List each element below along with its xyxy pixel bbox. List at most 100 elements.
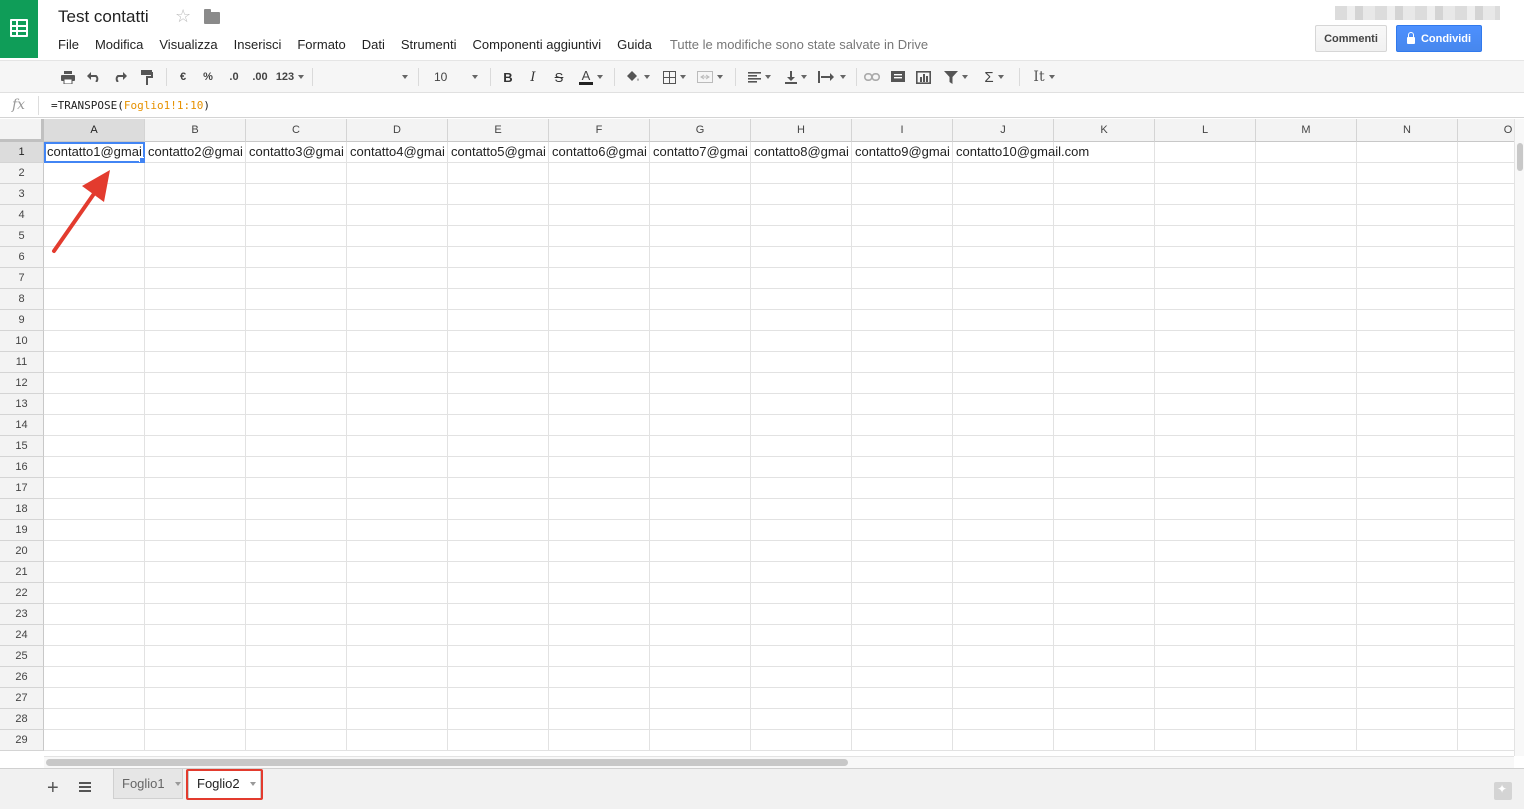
cell-g9[interactable] [650, 310, 751, 331]
cell-l22[interactable] [1155, 583, 1256, 604]
cell-k3[interactable] [1054, 184, 1155, 205]
explore-icon[interactable] [1494, 782, 1512, 800]
cell-o6[interactable] [1458, 247, 1514, 268]
cell-o1[interactable] [1458, 142, 1514, 163]
chevron-down-icon[interactable] [249, 781, 256, 786]
cell-f9[interactable] [549, 310, 650, 331]
cell-l7[interactable] [1155, 268, 1256, 289]
cell-b10[interactable] [145, 331, 246, 352]
cell-b19[interactable] [145, 520, 246, 541]
cell-k24[interactable] [1054, 625, 1155, 646]
cell-f10[interactable] [549, 331, 650, 352]
cell-i12[interactable] [852, 373, 953, 394]
cell-a9[interactable] [44, 310, 145, 331]
cell-e26[interactable] [448, 667, 549, 688]
row-header-16[interactable]: 16 [0, 457, 44, 478]
cell-e27[interactable] [448, 688, 549, 709]
horizontal-scrollbar[interactable] [44, 756, 1514, 768]
cell-l13[interactable] [1155, 394, 1256, 415]
row-header-12[interactable]: 12 [0, 373, 44, 394]
cell-h28[interactable] [751, 709, 852, 730]
cell-f26[interactable] [549, 667, 650, 688]
cell-g23[interactable] [650, 604, 751, 625]
cell-g5[interactable] [650, 226, 751, 247]
menu-componenti-aggiuntivi[interactable]: Componenti aggiuntivi [473, 37, 602, 52]
cell-b8[interactable] [145, 289, 246, 310]
cell-h27[interactable] [751, 688, 852, 709]
cell-k17[interactable] [1054, 478, 1155, 499]
cell-f24[interactable] [549, 625, 650, 646]
cell-b24[interactable] [145, 625, 246, 646]
cell-c19[interactable] [246, 520, 347, 541]
row-header-13[interactable]: 13 [0, 394, 44, 415]
cell-h26[interactable] [751, 667, 852, 688]
cell-g17[interactable] [650, 478, 751, 499]
cell-g27[interactable] [650, 688, 751, 709]
cell-b28[interactable] [145, 709, 246, 730]
cell-b16[interactable] [145, 457, 246, 478]
percent-format-button[interactable]: % [199, 67, 217, 87]
cell-g16[interactable] [650, 457, 751, 478]
horizontal-scroll-thumb[interactable] [46, 759, 848, 766]
cell-c25[interactable] [246, 646, 347, 667]
cell-h23[interactable] [751, 604, 852, 625]
cell-e11[interactable] [448, 352, 549, 373]
row-header-20[interactable]: 20 [0, 541, 44, 562]
cell-l29[interactable] [1155, 730, 1256, 751]
cell-a26[interactable] [44, 667, 145, 688]
cell-c23[interactable] [246, 604, 347, 625]
cell-f14[interactable] [549, 415, 650, 436]
cell-m28[interactable] [1256, 709, 1357, 730]
cell-g24[interactable] [650, 625, 751, 646]
cell-c12[interactable] [246, 373, 347, 394]
cell-f11[interactable] [549, 352, 650, 373]
cell-i15[interactable] [852, 436, 953, 457]
cell-o10[interactable] [1458, 331, 1514, 352]
cell-a23[interactable] [44, 604, 145, 625]
cell-d13[interactable] [347, 394, 448, 415]
cell-h8[interactable] [751, 289, 852, 310]
cell-h17[interactable] [751, 478, 852, 499]
row-header-11[interactable]: 11 [0, 352, 44, 373]
cell-b26[interactable] [145, 667, 246, 688]
cell-i13[interactable] [852, 394, 953, 415]
cell-i22[interactable] [852, 583, 953, 604]
cell-h16[interactable] [751, 457, 852, 478]
cell-l24[interactable] [1155, 625, 1256, 646]
cell-k15[interactable] [1054, 436, 1155, 457]
cell-m17[interactable] [1256, 478, 1357, 499]
cell-a29[interactable] [44, 730, 145, 751]
cell-i24[interactable] [852, 625, 953, 646]
cell-c18[interactable] [246, 499, 347, 520]
cell-g28[interactable] [650, 709, 751, 730]
cell-o11[interactable] [1458, 352, 1514, 373]
cell-k23[interactable] [1054, 604, 1155, 625]
cell-e19[interactable] [448, 520, 549, 541]
cell-h29[interactable] [751, 730, 852, 751]
cell-h21[interactable] [751, 562, 852, 583]
cell-m7[interactable] [1256, 268, 1357, 289]
row-header-5[interactable]: 5 [0, 226, 44, 247]
cell-d21[interactable] [347, 562, 448, 583]
cell-d18[interactable] [347, 499, 448, 520]
cell-j6[interactable] [953, 247, 1054, 268]
row-header-8[interactable]: 8 [0, 289, 44, 310]
menu-formato[interactable]: Formato [297, 37, 345, 52]
cell-i5[interactable] [852, 226, 953, 247]
cell-f13[interactable] [549, 394, 650, 415]
cell-g29[interactable] [650, 730, 751, 751]
cell-n17[interactable] [1357, 478, 1458, 499]
cell-g12[interactable] [650, 373, 751, 394]
cell-h4[interactable] [751, 205, 852, 226]
cell-j4[interactable] [953, 205, 1054, 226]
cell-n1[interactable] [1357, 142, 1458, 163]
undo-icon[interactable] [84, 67, 104, 87]
cell-f4[interactable] [549, 205, 650, 226]
cell-e10[interactable] [448, 331, 549, 352]
cell-d7[interactable] [347, 268, 448, 289]
cell-n18[interactable] [1357, 499, 1458, 520]
cell-f18[interactable] [549, 499, 650, 520]
row-header-23[interactable]: 23 [0, 604, 44, 625]
cell-a24[interactable] [44, 625, 145, 646]
cell-b9[interactable] [145, 310, 246, 331]
